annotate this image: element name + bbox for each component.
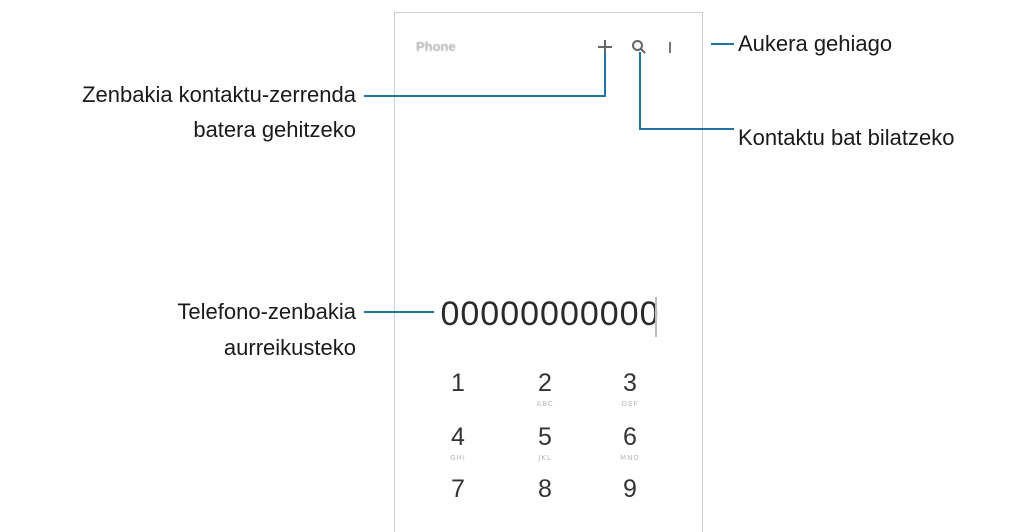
key-6-letters: MNO	[620, 454, 640, 462]
text-cursor	[655, 297, 657, 337]
phone-screen: Phone 00000000000 1 2 3 ABC DEF 4 5 6 GH…	[394, 12, 703, 532]
key-9[interactable]: 9	[610, 475, 650, 504]
callout-line-more	[711, 43, 734, 45]
key-2[interactable]: 2	[525, 369, 565, 398]
key-6[interactable]: 6	[610, 423, 650, 452]
more-options-icon[interactable]	[667, 39, 673, 55]
callout-preview-line1: Telefono-zenbakia	[177, 299, 356, 324]
key-7[interactable]: 7	[438, 475, 478, 504]
callout-line-add-v	[604, 52, 606, 97]
key-5[interactable]: 5	[525, 423, 565, 452]
key-5-letters: JKL	[538, 454, 552, 462]
callout-preview-line2: aurreikusteko	[223, 335, 356, 360]
callout-add-contact-line1: Zenbakia kontaktu-zerrenda	[82, 82, 356, 107]
callout-line-search-v	[639, 52, 641, 130]
phone-number-display[interactable]: 00000000000	[435, 295, 665, 334]
key-3[interactable]: 3	[610, 369, 650, 398]
key-8[interactable]: 8	[525, 475, 565, 504]
app-title: Phone	[416, 39, 456, 54]
key-2-letters: ABC	[536, 400, 554, 408]
callout-add-contact-line2: batera gehitzeko	[193, 117, 356, 142]
callout-line-preview	[364, 311, 434, 313]
key-4[interactable]: 4	[438, 423, 478, 452]
callout-search-contact: Kontaktu bat bilatzeko	[738, 125, 955, 150]
callout-more-options: Aukera gehiago	[738, 31, 893, 56]
key-4-letters: GHI	[450, 454, 466, 462]
callout-line-add-h	[364, 95, 606, 97]
callout-line-search-h	[639, 128, 734, 130]
key-1[interactable]: 1	[438, 369, 478, 398]
key-3-letters: DEF	[621, 400, 639, 408]
